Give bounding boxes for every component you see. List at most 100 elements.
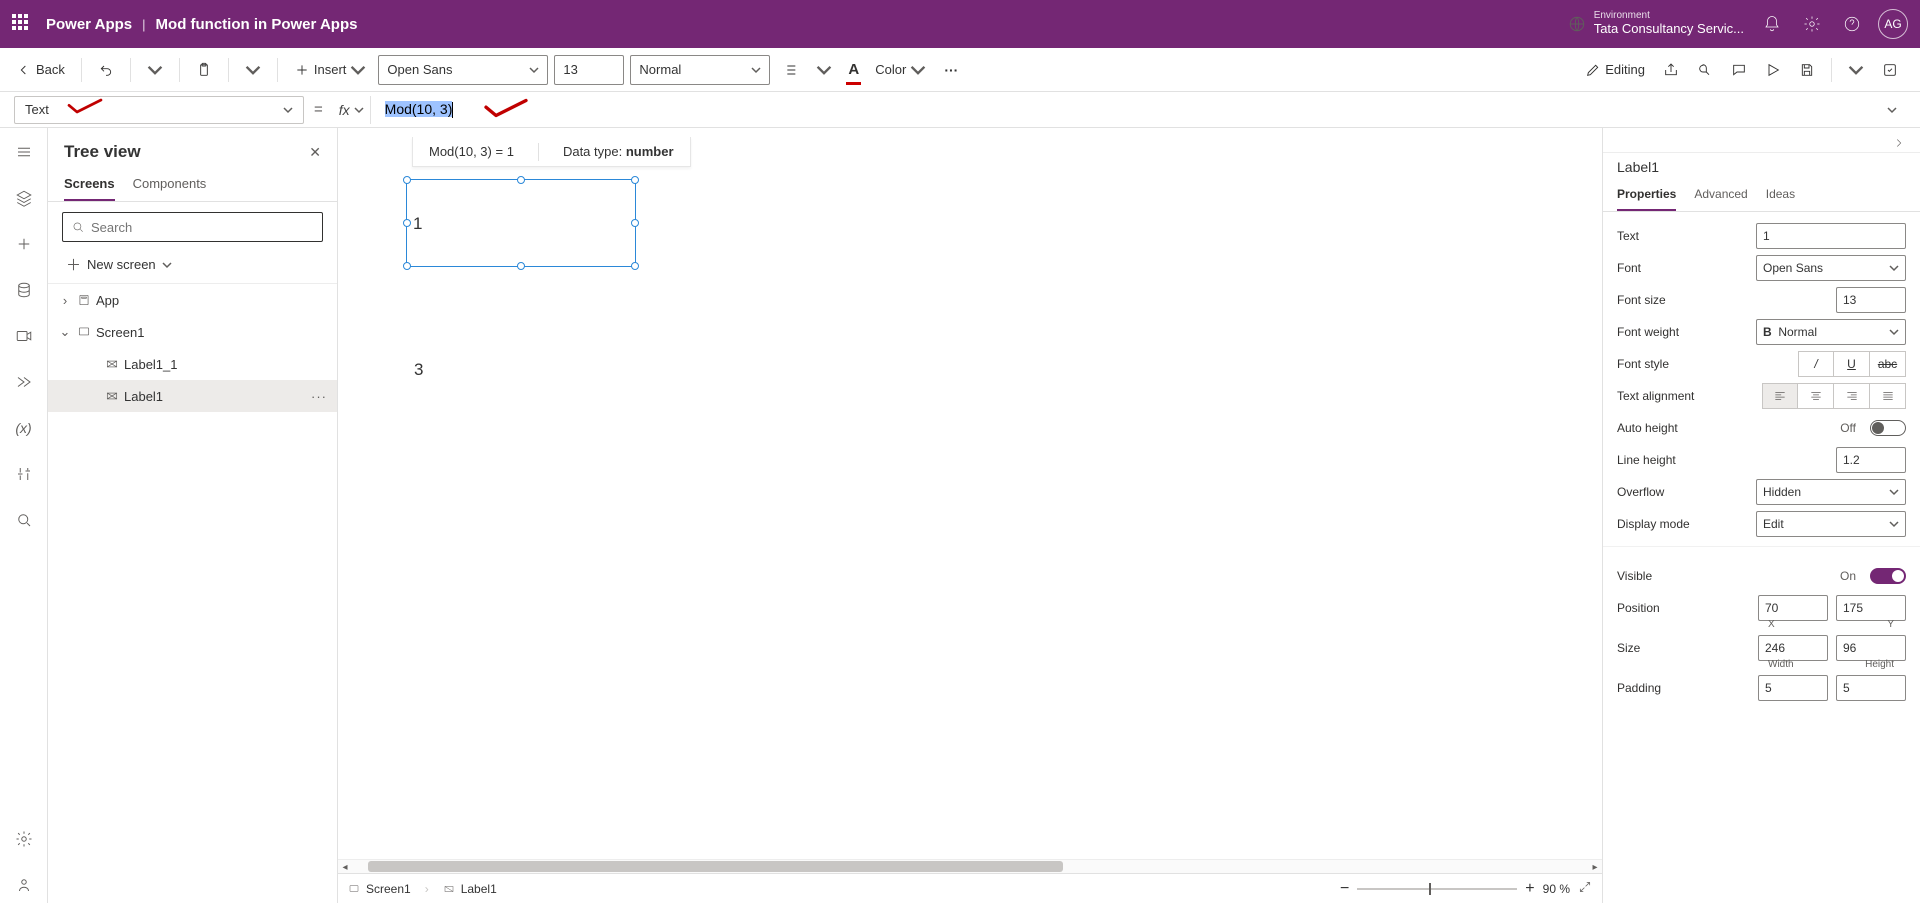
environment-picker[interactable]: Environment Tata Consultancy Servic... — [1568, 11, 1744, 37]
zoom-in-button[interactable]: + — [1525, 880, 1534, 898]
align-right-button[interactable] — [1834, 383, 1870, 409]
canvas-scrollbar[interactable]: ◂ ▸ — [338, 859, 1602, 873]
media-icon[interactable] — [6, 318, 42, 354]
prop-fontsize-input[interactable]: 13 — [1836, 287, 1906, 313]
prop-padding-1-input[interactable]: 5 — [1758, 675, 1828, 701]
canvas[interactable]: 1 3 — [338, 128, 1602, 859]
settings-icon[interactable] — [1792, 0, 1832, 48]
font-select[interactable]: Open Sans — [378, 55, 548, 85]
search-rail-icon[interactable] — [6, 502, 42, 538]
preview-button[interactable] — [1759, 55, 1787, 85]
selected-control-label1[interactable]: 1 — [406, 179, 636, 267]
scroll-right-icon[interactable]: ▸ — [1588, 860, 1602, 874]
bullets-button[interactable] — [776, 55, 804, 85]
share-button[interactable] — [1657, 55, 1685, 85]
tree-item-more-icon[interactable]: ··· — [311, 389, 337, 404]
result-expression: Mod(10, 3) — [429, 144, 492, 159]
prop-visible-toggle[interactable] — [1870, 568, 1906, 584]
save-button[interactable] — [1793, 55, 1821, 85]
breadcrumb-label[interactable]: Label1 — [443, 882, 497, 896]
tab-ideas[interactable]: Ideas — [1766, 181, 1795, 211]
save-dropdown[interactable] — [1842, 55, 1870, 85]
scroll-thumb[interactable] — [368, 861, 1063, 872]
insert-pane-icon[interactable] — [6, 226, 42, 262]
advanced-tools-icon[interactable] — [6, 456, 42, 492]
fit-to-screen-button[interactable] — [1578, 880, 1592, 897]
new-screen-button[interactable]: ＋ New screen — [48, 248, 337, 284]
more-commands-button[interactable]: ··· — [938, 55, 964, 85]
prop-width-input[interactable]: 246 — [1758, 635, 1828, 661]
tab-advanced[interactable]: Advanced — [1694, 181, 1747, 211]
strike-button[interactable]: abc — [1870, 351, 1906, 377]
label1-1-text[interactable]: 3 — [414, 360, 423, 380]
app-launcher-icon[interactable] — [12, 14, 32, 34]
tab-components[interactable]: Components — [133, 168, 207, 201]
command-ribbon: Back Insert Open Sans 13 Normal A Color … — [0, 48, 1920, 92]
back-button[interactable]: Back — [10, 55, 71, 85]
tab-screens[interactable]: Screens — [64, 168, 115, 201]
font-size-input[interactable]: 13 — [554, 55, 624, 85]
tree-view-icon[interactable] — [6, 180, 42, 216]
tree-item-app[interactable]: › App — [48, 284, 337, 316]
comments-button[interactable] — [1725, 55, 1753, 85]
insert-button[interactable]: Insert — [288, 55, 373, 85]
italic-button[interactable]: / — [1798, 351, 1834, 377]
align-center-button[interactable] — [1798, 383, 1834, 409]
chevron-right-icon[interactable] — [1892, 136, 1906, 150]
prop-padding-2-input[interactable]: 5 — [1836, 675, 1906, 701]
prop-fontweight-select[interactable]: B Normal — [1756, 319, 1906, 345]
search-field[interactable] — [91, 220, 314, 235]
zoom-slider[interactable] — [1357, 888, 1517, 890]
search-input[interactable] — [62, 212, 323, 242]
font-color-button[interactable]: A — [844, 55, 863, 85]
prop-displaymode-select[interactable]: Edit — [1756, 511, 1906, 537]
bullets-dropdown[interactable] — [810, 55, 838, 85]
datatype-label: Data type: — [563, 144, 626, 159]
formula-input[interactable]: Mod(10, 3) — [381, 99, 1868, 120]
account-avatar[interactable]: AG — [1878, 9, 1908, 39]
paste-dropdown[interactable] — [239, 55, 267, 85]
scroll-left-icon[interactable]: ◂ — [338, 860, 352, 874]
variables-icon[interactable]: (x) — [6, 410, 42, 446]
publish-button[interactable] — [1876, 55, 1904, 85]
expand-formula-button[interactable] — [1878, 105, 1906, 115]
hamburger-icon[interactable] — [6, 134, 42, 170]
data-icon[interactable] — [6, 272, 42, 308]
power-automate-icon[interactable] — [6, 364, 42, 400]
fx-button[interactable]: fx — [333, 96, 371, 124]
tree-item-label1-1[interactable]: Label1_1 — [48, 348, 337, 380]
notifications-icon[interactable] — [1752, 0, 1792, 48]
breadcrumb-screen[interactable]: Screen1 — [348, 882, 411, 896]
prop-lineheight-input[interactable]: 1.2 — [1836, 447, 1906, 473]
tree-item-screen1[interactable]: ⌄ Screen1 — [48, 316, 337, 348]
underline-button[interactable]: U — [1834, 351, 1870, 377]
zoom-out-button[interactable]: − — [1340, 880, 1349, 898]
prop-overflow-select[interactable]: Hidden — [1756, 479, 1906, 505]
prop-font-select[interactable]: Open Sans — [1756, 255, 1906, 281]
color-dropdown[interactable]: Color — [869, 55, 932, 85]
editing-mode-button[interactable]: Editing — [1579, 55, 1651, 85]
prop-position-x-input[interactable]: 70 — [1758, 595, 1828, 621]
prop-fontsize-label: Font size — [1617, 293, 1828, 307]
datatype-value: number — [626, 144, 674, 159]
tree-list: › App ⌄ Screen1 Label1_1 Label1 ··· — [48, 284, 337, 903]
prop-text-input[interactable]: 1 — [1756, 223, 1906, 249]
zoom-level: 90 % — [1543, 882, 1570, 896]
app-checker-button[interactable] — [1691, 55, 1719, 85]
property-selector[interactable]: Text — [14, 96, 304, 124]
font-weight-select[interactable]: Normal — [630, 55, 770, 85]
prop-height-input[interactable]: 96 — [1836, 635, 1906, 661]
align-justify-button[interactable] — [1870, 383, 1906, 409]
undo-history-dropdown[interactable] — [141, 55, 169, 85]
paste-button[interactable] — [190, 55, 218, 85]
tab-properties[interactable]: Properties — [1617, 181, 1676, 211]
align-left-button[interactable] — [1762, 383, 1798, 409]
undo-button[interactable] — [92, 55, 120, 85]
close-pane-button[interactable]: ✕ — [309, 144, 321, 161]
prop-position-y-input[interactable]: 175 — [1836, 595, 1906, 621]
prop-autoheight-toggle[interactable] — [1870, 420, 1906, 436]
virtual-agent-icon[interactable] — [6, 867, 42, 903]
settings-rail-icon[interactable] — [6, 821, 42, 857]
help-icon[interactable] — [1832, 0, 1872, 48]
tree-item-label1[interactable]: Label1 ··· — [48, 380, 337, 412]
